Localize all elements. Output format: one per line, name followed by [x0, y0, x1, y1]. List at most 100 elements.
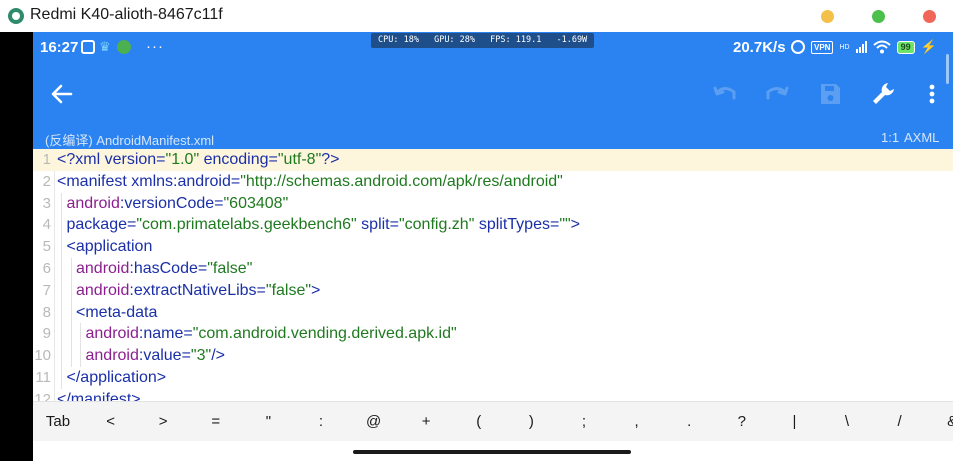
- close-button[interactable]: [923, 10, 936, 23]
- symbol-key[interactable]: :: [306, 402, 336, 442]
- symbol-key[interactable]: \: [832, 402, 862, 442]
- indent-guide: [61, 366, 62, 389]
- indent-guide: [70, 345, 72, 367]
- symbol-key[interactable]: ;: [569, 402, 599, 442]
- code-token: application: [75, 238, 153, 256]
- performance-overlay: CPU: 18% GPU: 28% FPS: 119.1 -1.69W: [371, 33, 595, 48]
- phone-screen: 16:27 ♛ ··· CPU: 18% GPU: 28% FPS: 119.1…: [33, 32, 953, 461]
- indent-guide: [61, 323, 62, 346]
- code-token: <: [57, 172, 67, 190]
- symbol-key[interactable]: ": [253, 402, 283, 442]
- signal-icon: [855, 41, 867, 53]
- line-number: 7: [42, 281, 51, 299]
- gesture-bar[interactable]: [353, 450, 631, 454]
- code-token: "utf-8": [277, 151, 322, 168]
- symbol-key[interactable]: =: [201, 402, 231, 442]
- indent-guide: [80, 345, 81, 367]
- more-vert-icon[interactable]: [917, 79, 947, 109]
- code-text: android:name="com.android.vending.derive…: [86, 323, 457, 345]
- code-token: version: [104, 151, 157, 168]
- code-line[interactable]: 9 android:name="com.android.vending.deriv…: [33, 323, 953, 346]
- line-number: 11: [35, 368, 51, 386]
- code-text: <meta-data: [76, 302, 157, 324]
- maximize-button[interactable]: [872, 10, 885, 23]
- code-token: extractNativeLibs: [133, 281, 257, 299]
- code-line[interactable]: 8 <meta-data: [33, 301, 953, 324]
- code-text: android:value="3"/>: [86, 345, 225, 367]
- code-text: <application: [67, 236, 153, 258]
- code-line[interactable]: 7 android:extractNativeLibs="false">: [33, 279, 953, 302]
- app-icon: [8, 8, 24, 24]
- code-token: "false": [265, 281, 312, 299]
- symbol-key[interactable]: ): [516, 402, 546, 442]
- code-token: =: [197, 259, 208, 277]
- code-token: <: [76, 303, 86, 321]
- symbol-key[interactable]: &: [937, 402, 953, 442]
- code-token: "3": [190, 347, 212, 365]
- code-line[interactable]: 12 </manifest>: [33, 389, 953, 401]
- code-line[interactable]: 3 android:versionCode="603408": [33, 192, 953, 215]
- symbol-key[interactable]: +: [411, 402, 441, 442]
- code-token: android: [177, 172, 231, 190]
- symbol-key[interactable]: /: [885, 402, 915, 442]
- symbol-key[interactable]: >: [148, 402, 178, 442]
- code-token: =: [230, 172, 241, 190]
- code-token: meta-data: [85, 303, 158, 321]
- code-line[interactable]: 10 android:value="3"/>: [33, 345, 953, 367]
- code-line[interactable]: 11 </application>: [33, 366, 953, 389]
- code-token: package: [66, 216, 128, 234]
- code-line[interactable]: 4 package="com.primatelabs.geekbench6" sp…: [33, 214, 953, 237]
- symbol-key[interactable]: |: [779, 402, 809, 442]
- system-icons: VPN HD 99 ⚡: [791, 40, 937, 54]
- symbol-key[interactable]: .: [674, 402, 704, 442]
- battery-icon: 99: [896, 40, 915, 54]
- status-bar: 16:27 ♛ ··· CPU: 18% GPU: 28% FPS: 119.1…: [33, 32, 953, 62]
- code-token: splitTypes: [478, 216, 550, 234]
- symbol-key[interactable]: Tab: [43, 402, 73, 442]
- code-token: "1.0": [165, 151, 200, 168]
- code-line[interactable]: 2 <manifest xmlns:android="http://schemas…: [33, 171, 953, 193]
- code-token: manifest: [66, 172, 127, 190]
- indent-guide: [70, 323, 72, 346]
- symbol-key[interactable]: ?: [727, 402, 757, 442]
- left-border: [0, 32, 33, 461]
- code-token: "false": [207, 259, 253, 277]
- code-text: android:hasCode="false": [76, 258, 252, 280]
- redo-icon[interactable]: [762, 79, 792, 109]
- code-text: </application>: [67, 367, 167, 389]
- symbol-key[interactable]: <: [96, 402, 126, 442]
- save-icon[interactable]: [815, 79, 845, 109]
- code-token: split: [361, 216, 390, 234]
- code-token: android: [76, 259, 130, 277]
- code-token: >: [570, 216, 581, 234]
- code-line[interactable]: 5 <application: [33, 236, 953, 258]
- line-number: 5: [42, 238, 51, 256]
- code-token: "com.primatelabs.geekbench6": [136, 216, 357, 234]
- cursor-position: 1:1: [881, 130, 900, 145]
- symbol-key[interactable]: ,: [622, 402, 652, 442]
- minimize-button[interactable]: [821, 10, 834, 23]
- code-token: "": [559, 216, 571, 234]
- code-token: manifest: [70, 390, 132, 401]
- code-token: =: [214, 194, 224, 212]
- line-number: 2: [42, 172, 51, 190]
- code-editor[interactable]: 1 <?xml version="1.0" encoding="utf-8"?> 2…: [33, 149, 953, 401]
- network-speed: 20.7K/s: [733, 39, 786, 56]
- line-number: 6: [42, 259, 51, 277]
- code-token: encoding: [203, 151, 269, 168]
- indent-guide: [80, 323, 81, 346]
- symbol-key[interactable]: @: [359, 402, 389, 442]
- code-line[interactable]: 6 android:hasCode="false": [33, 257, 953, 280]
- code-line[interactable]: 1 <?xml version="1.0" encoding="utf-8"?>: [33, 149, 953, 171]
- window-title: Redmi K40-alioth-8467c11f: [30, 6, 223, 23]
- code-token: value: [143, 347, 182, 365]
- indent-guide: [61, 214, 62, 237]
- wrench-icon[interactable]: [868, 79, 898, 109]
- undo-icon[interactable]: [710, 79, 740, 109]
- back-arrow-icon[interactable]: [47, 79, 77, 109]
- symbol-key[interactable]: (: [464, 402, 494, 442]
- indent-guide: [70, 301, 72, 324]
- scroll-indicator: [946, 54, 949, 84]
- code-token: hasCode: [133, 259, 198, 277]
- line-number: 4: [42, 216, 51, 234]
